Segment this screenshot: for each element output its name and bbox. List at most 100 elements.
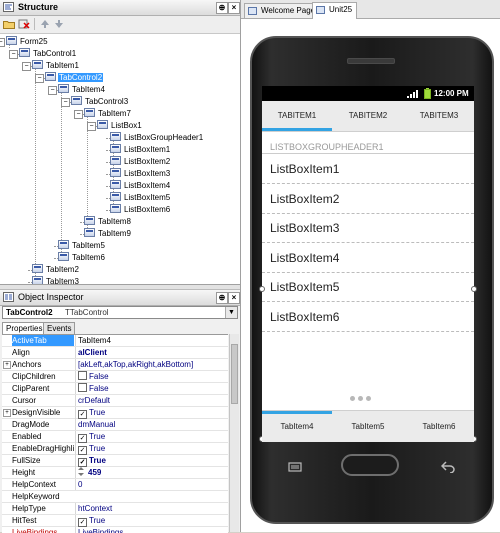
component-selector[interactable]: TabControl2 TTabControl ▼ [2,306,238,319]
property-value[interactable]: ✓ True [75,431,228,443]
collapse-toggle[interactable]: − [0,38,5,47]
chevron-down-icon[interactable]: ▼ [225,307,237,318]
tree-node[interactable]: TabItem5 [58,240,106,252]
property-scrollbar[interactable] [229,334,239,532]
property-value[interactable]: htContext [75,503,228,514]
tree-node[interactable]: ListBoxItem5 [110,192,171,204]
listbox-item[interactable]: ListBoxItem1 [262,155,474,184]
pin-icon[interactable]: ⊕ [216,292,228,304]
checkbox[interactable]: ✓ [78,518,87,527]
move-up-icon[interactable] [40,19,50,29]
property-row[interactable]: ActiveTab TabItem4 [2,335,228,347]
tree-node[interactable]: TabControl3 [71,96,129,108]
tab-tabitem6[interactable]: TabItem6 [404,411,474,442]
tree-node[interactable]: ListBoxItem4 [110,180,171,192]
checkbox[interactable]: ✓ [78,446,87,455]
property-value[interactable]: [akLeft,akTop,akRight,akBottom] [75,359,228,370]
listbox-item[interactable]: ListBoxItem6 [262,303,474,332]
tree-node[interactable]: TabItem6 [58,252,106,264]
tab-tabitem5[interactable]: TabItem5 [333,411,403,442]
listbox-item[interactable]: ListBoxItem4 [262,244,474,273]
property-row[interactable]: HelpType htContext [2,503,228,515]
property-value[interactable]: ✓ True [75,443,228,455]
collapse-toggle[interactable]: − [61,98,70,107]
folder-icon[interactable] [3,19,15,29]
property-row[interactable]: + Anchors [akLeft,akTop,akRight,akBottom] [2,359,228,371]
property-value[interactable]: ✓ True [75,455,228,467]
pin-icon[interactable]: ⊕ [216,2,228,14]
checkbox[interactable]: ✓ [78,458,87,467]
checkbox[interactable]: ✓ [78,434,87,443]
property-row[interactable]: Align alClient [2,347,228,359]
property-row[interactable]: ClipParent False [2,383,228,395]
property-value[interactable]: False [75,371,228,382]
tree-node[interactable]: TabItem1 [32,60,80,72]
property-value[interactable]: dmManual [75,419,228,430]
tree-node[interactable]: ListBoxItem2 [110,156,171,168]
property-value[interactable]: 0 [75,479,228,490]
tree-node[interactable]: ListBoxItem1 [110,144,171,156]
close-icon[interactable]: × [228,2,240,14]
delete-icon[interactable] [18,19,30,29]
collapse-toggle[interactable]: − [74,110,83,119]
property-row[interactable]: DragMode dmManual [2,419,228,431]
listbox-item[interactable]: ListBoxItem5 [262,273,474,302]
property-value[interactable]: crDefault [75,395,228,406]
tree-node[interactable]: TabItem3 [32,276,80,284]
collapse-toggle[interactable]: − [22,62,31,71]
property-row[interactable]: FullSize ✓ True [2,455,228,467]
property-row[interactable]: + DesignVisible ✓ True [2,407,228,419]
tree-node[interactable]: TabItem7 [84,108,132,120]
tree-node[interactable]: TabItem4 [58,84,106,96]
property-row[interactable]: Cursor crDefault [2,395,228,407]
scrollbar-thumb[interactable] [231,344,238,404]
collapse-toggle[interactable]: − [87,122,96,131]
collapse-toggle[interactable]: − [48,86,57,95]
move-down-icon[interactable] [54,19,64,29]
checkbox[interactable] [78,371,87,380]
property-value[interactable]: LiveBindings [75,527,228,533]
property-value[interactable]: ✓ True [75,515,228,527]
tree-node[interactable]: TabControl1 [19,48,77,60]
back-icon[interactable] [441,461,455,473]
collapse-toggle[interactable]: − [35,74,44,83]
tab-events[interactable]: Events [43,322,76,334]
property-row[interactable]: HelpContext 0 [2,479,228,491]
property-row[interactable]: ClipChildren False [2,371,228,383]
tree-node[interactable]: TabItem9 [84,228,132,240]
tree-node[interactable]: ListBox1 [97,120,143,132]
tab-welcome-page[interactable]: Welcome Page [244,3,321,18]
spin-icon[interactable] [78,467,84,478]
tree-node[interactable]: TabControl2 [45,72,104,84]
tab-tabitem1[interactable]: TABITEM1 [262,101,332,131]
expand-icon[interactable]: + [3,409,11,417]
tab-tabitem3[interactable]: TABITEM3 [404,101,474,131]
tab-tabitem4[interactable]: TabItem4 [262,411,332,442]
tree-node[interactable]: ListBoxGroupHeader1 [110,132,204,144]
property-value[interactable]: alClient [75,347,228,358]
property-row[interactable]: HitTest ✓ True [2,515,228,527]
property-value[interactable]: ✓ True [75,407,228,419]
property-value[interactable]: False [75,383,228,394]
property-value[interactable]: 459 [75,467,228,478]
listbox-item[interactable]: ListBoxItem2 [262,185,474,214]
property-row[interactable]: HelpKeyword [2,491,228,503]
tab-tabitem2[interactable]: TABITEM2 [333,101,403,131]
home-button[interactable] [341,454,399,476]
menu-icon[interactable] [288,462,302,472]
tree-node[interactable]: ListBoxItem3 [110,168,171,180]
resize-handle[interactable] [471,286,477,292]
tree-node[interactable]: ListBoxItem6 [110,204,171,216]
tree-node[interactable]: TabItem8 [84,216,132,228]
property-row[interactable]: Height 459 [2,467,228,479]
property-row[interactable]: Enabled ✓ True [2,431,228,443]
tab-unit25[interactable]: Unit25 [312,2,358,19]
tab-properties[interactable]: Properties [2,322,47,334]
checkbox[interactable] [78,383,87,392]
listbox-item[interactable]: ListBoxItem3 [262,214,474,243]
resize-handle[interactable] [259,286,265,292]
property-row[interactable]: LiveBindings LiveBindings [2,527,228,533]
property-row[interactable]: EnableDragHighlight✓True [2,443,228,455]
tree-node[interactable]: Form25 [6,36,49,48]
checkbox[interactable]: ✓ [78,410,87,419]
